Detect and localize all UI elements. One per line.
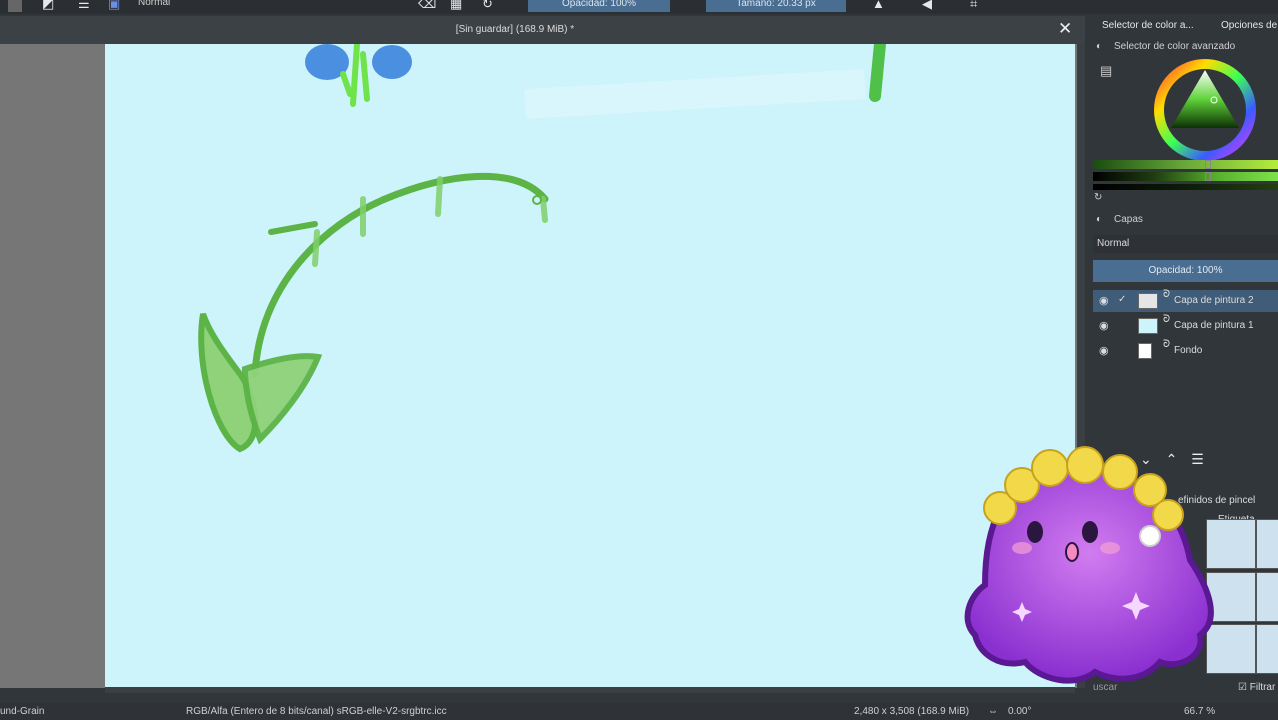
- mascot-mouth: [1065, 542, 1079, 562]
- canvas-drawing: [198, 44, 886, 453]
- brush-preset-item[interactable]: [1256, 624, 1278, 674]
- image-size-info: 2,480 x 3,508 (168.9 MiB): [854, 706, 970, 717]
- status-bar: und-Grain RGB/Alfa (Entero de 8 bits/can…: [0, 703, 1278, 720]
- close-document-icon[interactable]: ✕: [1058, 19, 1072, 39]
- rotation-value[interactable]: 0.00°: [1008, 706, 1031, 717]
- opacity-slider[interactable]: Opacidad: 100%: [528, 0, 670, 12]
- white-flower-icon: [1139, 525, 1161, 547]
- tab-options[interactable]: Opciones de: [1221, 20, 1277, 31]
- layer-name: Fondo: [1174, 345, 1203, 356]
- zoom-level[interactable]: 66.7 %: [1184, 706, 1215, 717]
- layer-thumbnail: [1138, 343, 1152, 359]
- mascot-sticker: [964, 446, 1214, 684]
- arch-stem: [251, 172, 549, 378]
- horizontal-scrollbar[interactable]: [105, 687, 1075, 693]
- mirror-icon[interactable]: ▲: [872, 0, 885, 11]
- brush-preset-icon[interactable]: ▣: [108, 0, 120, 11]
- link-icon: ᘐ: [1163, 314, 1171, 325]
- reload-icon[interactable]: ↻: [482, 0, 493, 11]
- filter-label: Filtrar: [1249, 682, 1276, 693]
- arch-leaf-tip: [268, 221, 318, 235]
- crop-icon[interactable]: ⌗: [970, 0, 977, 11]
- visibility-eye-icon[interactable]: ◉: [1099, 344, 1109, 357]
- eraser-icon[interactable]: ⌫: [418, 0, 436, 11]
- layer-row[interactable]: ◉ ᘐ Fondo: [1093, 339, 1278, 362]
- document-title: [Sin guardar] (168.9 MiB) *: [455, 24, 575, 35]
- main-toolbar: ◩ ☰ ▣ Normal ⌫ ▦ ↻ Opacidad: 100% Tamaño…: [0, 0, 1278, 14]
- visibility-eye-icon[interactable]: ◉: [1099, 294, 1109, 307]
- link-icon: ᘐ: [1163, 339, 1171, 350]
- link-icon: ᘐ: [1163, 289, 1171, 300]
- color-swap-icon[interactable]: ◩: [42, 0, 54, 11]
- brush-preset-item[interactable]: [1256, 519, 1278, 569]
- brush-name: und-Grain: [0, 706, 45, 717]
- layer-thumbnail: [1138, 293, 1158, 309]
- checkmark-icon[interactable]: ✓: [1118, 294, 1126, 305]
- reset-icon[interactable]: ↻: [1094, 192, 1102, 203]
- mascot-eye-right: [1082, 521, 1098, 543]
- visibility-eye-icon[interactable]: ◉: [1099, 319, 1109, 332]
- advanced-selector-label: Selector de color avanzado: [1114, 41, 1236, 52]
- drawing-canvas[interactable]: [105, 44, 1075, 687]
- hue-strip[interactable]: [1093, 160, 1278, 169]
- color-triangle: [1171, 70, 1239, 128]
- brush-preset-item[interactable]: [1256, 572, 1278, 622]
- tab-color-selector[interactable]: Selector de color a...: [1102, 20, 1194, 31]
- wrap-icon[interactable]: ◀: [922, 0, 932, 11]
- document-tab-bar: [Sin guardar] (168.9 MiB) * ✕: [0, 16, 1085, 44]
- layers-title: Capas: [1114, 214, 1143, 225]
- layer-row[interactable]: ◉ ᘐ Capa de pintura 1: [1093, 314, 1278, 337]
- layer-blend-value: Normal: [1097, 238, 1130, 249]
- color-wheel[interactable]: [1153, 58, 1257, 162]
- layer-opacity-slider[interactable]: Opacidad: 100%: [1093, 260, 1278, 282]
- foreground-color-swatch[interactable]: [8, 0, 22, 12]
- layer-name: Capa de pintura 2: [1174, 295, 1254, 306]
- mascot-eye-left: [1027, 521, 1043, 543]
- color-space-info: RGB/Alfa (Entero de 8 bits/canal) sRGB-e…: [186, 706, 447, 717]
- selector-settings-icon[interactable]: ▤: [1100, 63, 1112, 79]
- layer-name: Capa de pintura 1: [1174, 320, 1254, 331]
- layer-blend-select[interactable]: Normal: [1093, 235, 1278, 253]
- size-slider[interactable]: Tamaño: 20.33 px: [706, 0, 846, 12]
- list-icon[interactable]: ☰: [78, 0, 90, 11]
- layer-row[interactable]: ◉ ✓ ᘐ Capa de pintura 2: [1093, 289, 1278, 312]
- rotation-icon[interactable]: ⇔: [988, 706, 998, 717]
- filter-checkbox[interactable]: ☑ Filtrar: [1238, 682, 1275, 693]
- value-strip[interactable]: [1093, 172, 1278, 181]
- right-leaf: [241, 353, 323, 445]
- flower-stem: [340, 44, 370, 107]
- blend-mode-select[interactable]: Normal: [138, 0, 170, 10]
- layers-icon: ◐: [1096, 214, 1103, 225]
- flower-petal-right: [372, 45, 412, 79]
- stem-stroke-right: [869, 44, 886, 102]
- alpha-lock-icon[interactable]: ▦: [450, 0, 462, 11]
- shade-strip[interactable]: [1093, 184, 1278, 190]
- color-selector-icon: ◐: [1096, 41, 1103, 52]
- layer-thumbnail: [1138, 318, 1158, 334]
